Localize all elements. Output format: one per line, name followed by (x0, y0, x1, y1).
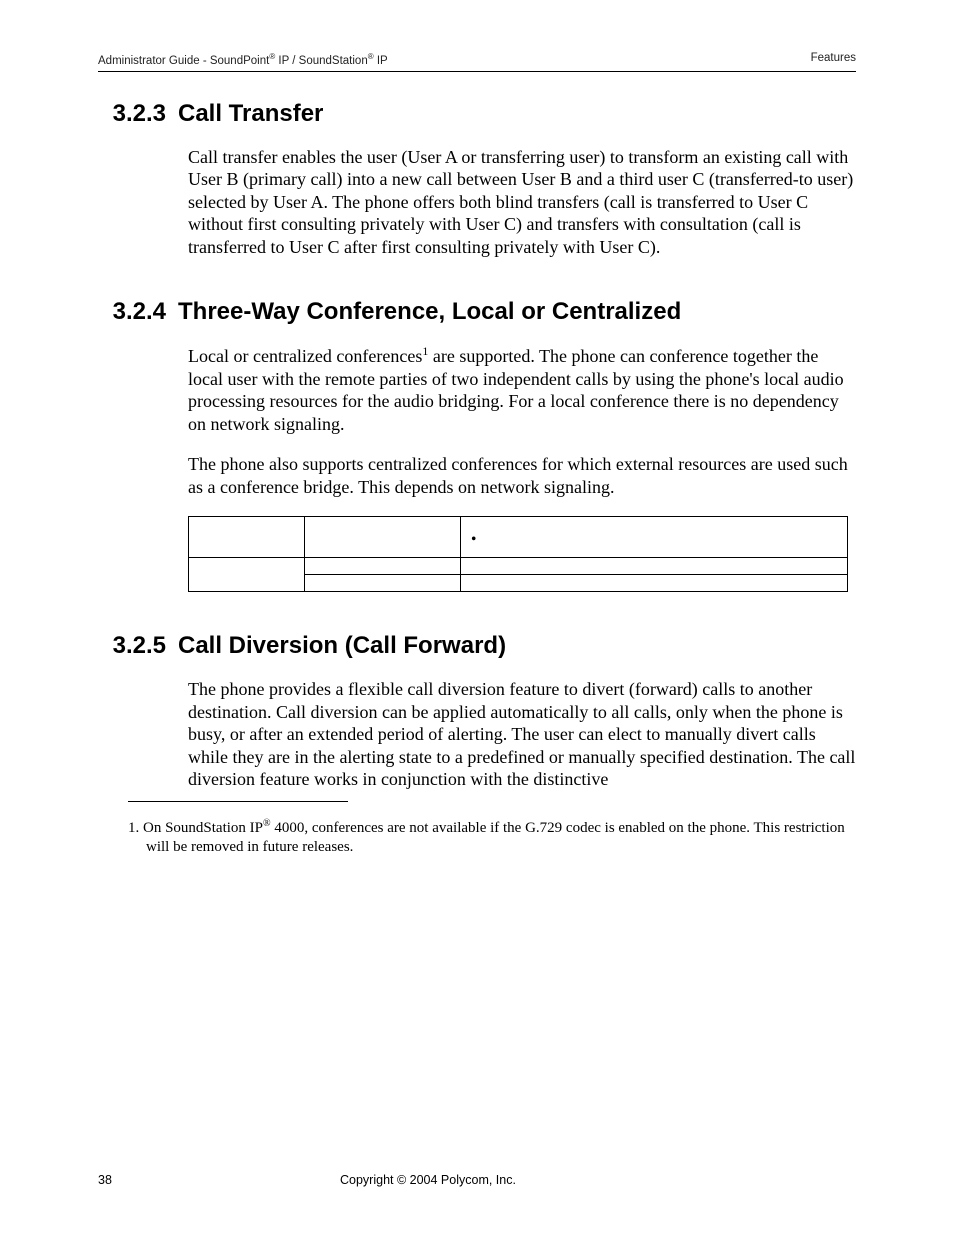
table-cell (461, 558, 848, 575)
text-run: Local or centralized conferences (188, 346, 422, 366)
table-cell (305, 575, 461, 592)
table-row (189, 558, 848, 575)
section-324: 3.2.4 Three-Way Conference, Local or Cen… (98, 298, 856, 592)
page-number: 38 (98, 1173, 340, 1187)
page-footer: 38 Copyright © 2004 Polycom, Inc. (98, 1173, 856, 1187)
section-title: Call Diversion (Call Forward) (178, 632, 856, 660)
section-number: 3.2.3 (88, 100, 178, 128)
paragraph: Local or centralized conferences1 are su… (188, 344, 856, 435)
header-text-2: IP / SoundStation (275, 55, 368, 67)
table-cell: • (461, 517, 848, 558)
paragraph: Call transfer enables the user (User A o… (188, 146, 856, 259)
table-cell (305, 558, 461, 575)
section-323: 3.2.3 Call Transfer Call transfer enable… (98, 100, 856, 259)
table-header-cell (189, 558, 305, 592)
section-title: Three-Way Conference, Local or Centraliz… (178, 298, 856, 326)
paragraph: The phone provides a flexible call diver… (188, 678, 856, 791)
section-heading: 3.2.5 Call Diversion (Call Forward) (88, 632, 856, 660)
header-left: Administrator Guide - SoundPoint® IP / S… (98, 52, 388, 67)
footnote-number: 1. (128, 820, 139, 836)
section-325: 3.2.5 Call Diversion (Call Forward) The … (98, 632, 856, 791)
header-text-3: IP (374, 55, 388, 67)
section-heading: 3.2.3 Call Transfer (88, 100, 856, 128)
registered-mark: ® (263, 818, 271, 829)
bullet-item: • (471, 531, 837, 549)
text-run: On SoundStation IP (139, 820, 263, 836)
section-number: 3.2.5 (88, 632, 178, 660)
paragraph: The phone also supports centralized conf… (188, 453, 856, 498)
section-heading: 3.2.4 Three-Way Conference, Local or Cen… (88, 298, 856, 326)
section-number: 3.2.4 (88, 298, 178, 326)
header-right: Features (811, 52, 856, 67)
footnote-separator (128, 801, 348, 802)
footnote: 1. On SoundStation IP® 4000, conferences… (128, 817, 856, 858)
header-text-1: Administrator Guide - SoundPoint (98, 55, 269, 67)
table-cell (305, 517, 461, 558)
section-title: Call Transfer (178, 100, 856, 128)
bullet-icon: • (471, 531, 489, 549)
page-header: Administrator Guide - SoundPoint® IP / S… (98, 52, 856, 72)
table-row: • (189, 517, 848, 558)
copyright: Copyright © 2004 Polycom, Inc. (340, 1173, 856, 1187)
config-table: • (188, 516, 848, 592)
table-cell (461, 575, 848, 592)
table-header-cell (189, 517, 305, 558)
